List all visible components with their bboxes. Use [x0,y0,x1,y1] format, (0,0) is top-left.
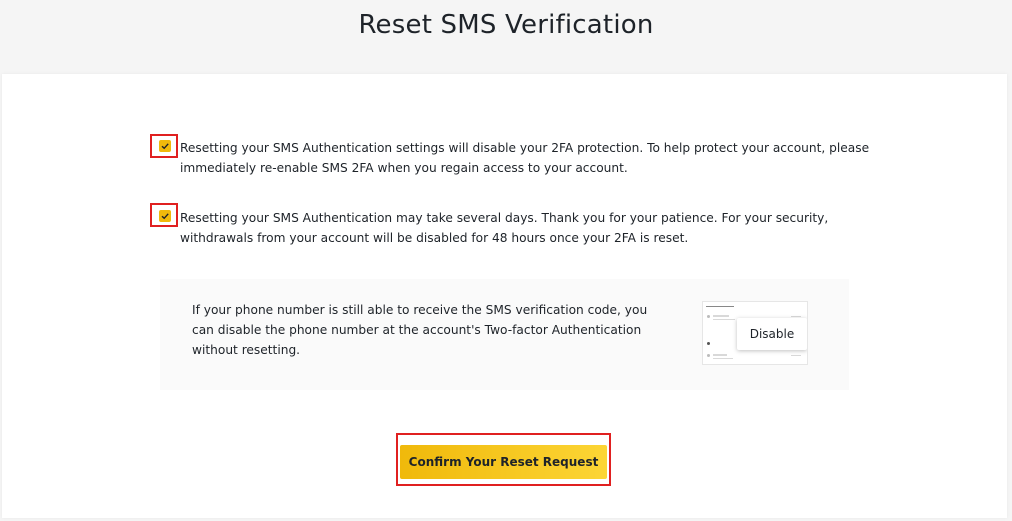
info-box: If your phone number is still able to re… [160,279,849,390]
checkbox-row-withdrawals-disabled[interactable]: Resetting your SMS Authentication may ta… [2,202,1007,262]
page-title: Reset SMS Verification [358,10,654,40]
checkmark-icon [161,143,169,150]
disable-tooltip: Disable [737,318,807,350]
checkbox-row-disable-2fa[interactable]: Resetting your SMS Authentication settin… [2,134,1007,194]
checkbox-withdrawals-disabled[interactable] [159,210,171,222]
info-text: If your phone number is still able to re… [192,303,648,357]
checkbox-label: Resetting your SMS Authentication may ta… [180,211,829,245]
page-header: Reset SMS Verification [0,0,1012,74]
checkbox-disable-2fa[interactable] [159,140,171,152]
two-factor-settings-thumbnail: Disable [702,301,808,365]
reset-card: Resetting your SMS Authentication settin… [2,74,1007,518]
confirm-reset-button[interactable]: Confirm Your Reset Request [400,445,607,479]
checkmark-icon [161,213,169,220]
checkbox-label: Resetting your SMS Authentication settin… [180,141,870,175]
